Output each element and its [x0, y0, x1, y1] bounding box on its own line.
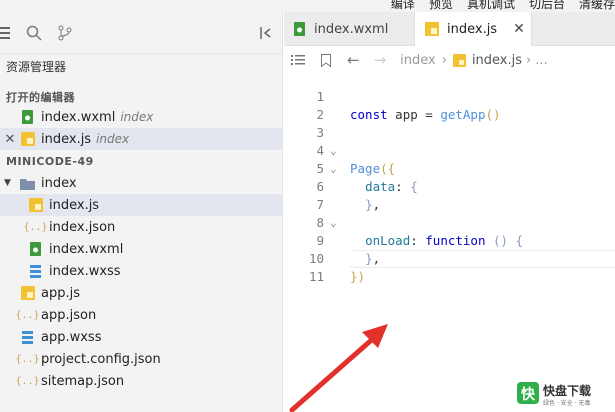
chevron-down-icon: ▼ — [4, 178, 11, 188]
json-file-icon: {..} — [15, 309, 40, 321]
folder-item-index[interactable]: ▼ index — [0, 172, 283, 194]
annotation-arrow-icon — [289, 324, 388, 412]
tab-index-wxml[interactable]: index.wxml — [284, 12, 410, 46]
open-editor-folder: index — [120, 110, 154, 124]
forward-arrow-icon[interactable]: → — [374, 51, 387, 69]
svg-text:快: 快 — [521, 386, 536, 403]
menu-icon[interactable] — [0, 25, 16, 41]
breadcrumb-file[interactable]: index.js — [472, 53, 522, 68]
breadcrumb-separator-icon: › — [441, 52, 447, 68]
breadcrumb-folder[interactable]: index — [400, 53, 436, 68]
bookmark-icon[interactable] — [321, 53, 331, 67]
search-icon[interactable] — [26, 25, 42, 41]
file-name: index.json — [49, 219, 116, 235]
watermark-sub: 绿色 · 安全 · 无毒 — [543, 400, 591, 407]
code-line: 4 ⌄ data: { — [284, 124, 615, 194]
file-item[interactable]: app.js — [0, 282, 283, 304]
tab-index-js[interactable]: index.js ✕ — [414, 12, 532, 46]
explorer-toolbar — [0, 12, 282, 54]
breadcrumb-more[interactable]: ... — [535, 53, 547, 68]
project-header[interactable]: MINICODE-49 — [6, 155, 94, 168]
folder-name: index — [41, 175, 77, 191]
open-editor-item-active[interactable]: ✕ index.js index — [0, 128, 283, 150]
close-icon[interactable]: ✕ — [513, 21, 525, 37]
close-icon[interactable]: ✕ — [4, 132, 16, 147]
menu-background[interactable]: 切后台 — [529, 0, 565, 12]
open-editor-name: index.js — [41, 131, 92, 147]
wxml-file-icon — [294, 22, 306, 36]
wxml-file-icon — [20, 110, 35, 125]
file-item[interactable]: {..} sitemap.json — [0, 370, 283, 392]
code-line: 11 — [284, 250, 615, 284]
open-editor-name: index.wxml — [41, 109, 116, 125]
js-file-icon — [20, 286, 35, 301]
file-item[interactable]: index.wxml — [0, 238, 283, 260]
file-item[interactable]: index.js — [0, 194, 283, 216]
menu-clear-cache[interactable]: 清缓存 — [579, 0, 615, 12]
file-name: index.wxss — [49, 263, 121, 279]
menu-device-debug[interactable]: 真机调试 — [467, 0, 515, 12]
menu-preview[interactable]: 预览 — [429, 0, 453, 12]
wxss-file-icon — [20, 330, 35, 345]
file-name: index.wxml — [49, 241, 124, 257]
top-menubar: 编译 预览 真机调试 切后台 清缓存 — [0, 0, 615, 12]
code-line: 5 — [284, 142, 615, 176]
js-file-icon — [425, 22, 439, 36]
editor-tabbar: index.wxml index.js ✕ — [284, 12, 615, 46]
watermark-logo: 快 快盘下载 绿色 · 安全 · 无毒 — [517, 380, 613, 410]
tab-label: index.js — [447, 21, 498, 37]
file-name: app.wxss — [41, 329, 102, 345]
file-name: sitemap.json — [41, 373, 125, 389]
folder-icon — [20, 176, 35, 191]
file-name: index.js — [49, 197, 100, 213]
code-line: 10 }) — [284, 232, 615, 284]
open-editor-item[interactable]: index.wxml index — [0, 106, 283, 128]
json-file-icon: {..} — [15, 375, 40, 387]
code-line: 8 — [284, 196, 615, 230]
code-line: 6 }, — [284, 160, 615, 212]
back-arrow-icon[interactable]: ← — [347, 51, 360, 69]
file-item[interactable]: {..} app.json — [0, 304, 283, 326]
collapse-panel-icon[interactable] — [258, 25, 274, 41]
editor-panel: index.wxml index.js ✕ ← → index › index.… — [284, 12, 615, 412]
explorer-panel: 资源管理器 打开的编辑器 index.wxml index ✕ index.js… — [0, 12, 283, 412]
json-file-icon: {..} — [15, 353, 40, 365]
open-editor-folder: index — [96, 132, 130, 146]
breadcrumb-separator-icon: › — [526, 52, 532, 68]
wxss-file-icon — [28, 264, 43, 279]
list-icon[interactable] — [291, 54, 305, 66]
watermark-brand: 快盘下载 — [543, 384, 592, 398]
json-file-icon: {..} — [23, 221, 48, 233]
open-editors-header[interactable]: 打开的编辑器 — [6, 89, 75, 105]
tab-label: index.wxml — [314, 21, 389, 37]
code-line: 1 const app = getApp() — [284, 70, 615, 122]
js-file-icon — [20, 132, 35, 147]
file-item[interactable]: {..} index.json — [0, 216, 283, 238]
wxml-file-icon — [28, 242, 43, 257]
explorer-title: 资源管理器 — [6, 60, 67, 74]
file-name: project.config.json — [41, 351, 161, 367]
file-name: app.js — [41, 285, 80, 301]
code-line: 9 }, — [284, 214, 615, 266]
menu-items: 编译 预览 真机调试 切后台 清缓存 — [391, 0, 615, 12]
file-item[interactable]: app.wxss — [0, 326, 283, 348]
file-item[interactable]: {..} project.config.json — [0, 348, 283, 370]
code-line: 3 ⌄ Page({ — [284, 106, 615, 176]
line-number: 11 — [308, 269, 324, 284]
js-file-icon — [452, 53, 466, 67]
file-item[interactable]: index.wxss — [0, 260, 283, 282]
source-control-icon[interactable] — [57, 25, 73, 41]
menu-compile[interactable]: 编译 — [391, 0, 415, 12]
code-line: 2 — [284, 88, 615, 122]
code-line: 7 ⌄ onLoad: function () { — [284, 178, 615, 248]
file-name: app.json — [41, 307, 97, 323]
js-file-icon — [28, 198, 43, 213]
